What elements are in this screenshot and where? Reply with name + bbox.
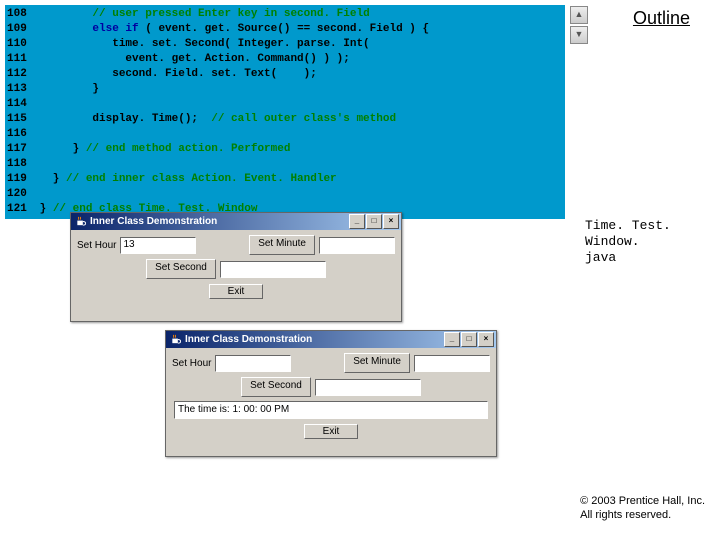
maximize-icon: □ (372, 216, 377, 225)
line-number: 119 (5, 172, 33, 187)
window-title: Inner Class Demonstration (90, 213, 217, 230)
exit-button[interactable]: Exit (209, 284, 264, 299)
line-number: 109 (5, 22, 33, 37)
code-listing: 108 // user pressed Enter key in second.… (5, 5, 565, 219)
scroll-up-button[interactable]: ▲ (570, 6, 588, 24)
close-icon: × (389, 216, 394, 225)
line-number: 117 (5, 142, 33, 157)
set-hour-label: Set Hour (77, 240, 116, 251)
line-number: 115 (5, 112, 33, 127)
window-title: Inner Class Demonstration (185, 331, 312, 348)
set-minute-button[interactable]: Set Minute (344, 353, 410, 373)
minimize-icon: _ (355, 216, 359, 225)
line-number: 112 (5, 67, 33, 82)
minimize-icon: _ (450, 334, 454, 343)
code-comment: // user pressed Enter key in second. Fie… (92, 8, 369, 20)
hour-field[interactable]: 13 (120, 237, 196, 254)
code-comment: // end method action. Performed (86, 143, 291, 155)
titlebar[interactable]: Inner Class Demonstration _ □ × (71, 213, 401, 230)
close-button[interactable]: × (478, 332, 494, 347)
line-number: 120 (5, 187, 33, 202)
line-number: 110 (5, 37, 33, 52)
hour-field[interactable] (215, 355, 291, 372)
close-button[interactable]: × (383, 214, 399, 229)
second-field[interactable] (220, 261, 326, 278)
java-icon (170, 334, 182, 345)
minute-field[interactable] (319, 237, 395, 254)
time-display: The time is: 1: 00: 00 PM (174, 401, 488, 419)
maximize-icon: □ (467, 334, 472, 343)
set-second-button[interactable]: Set Second (241, 377, 311, 397)
titlebar[interactable]: Inner Class Demonstration _ □ × (166, 331, 496, 348)
set-hour-label: Set Hour (172, 358, 211, 369)
set-second-button[interactable]: Set Second (146, 259, 216, 279)
line-number: 111 (5, 52, 33, 67)
maximize-button[interactable]: □ (461, 332, 477, 347)
second-field[interactable] (315, 379, 421, 396)
arrow-up-icon: ▲ (575, 9, 584, 19)
filename-label: Time. Test. Window. java (585, 218, 705, 266)
maximize-button[interactable]: □ (366, 214, 382, 229)
demo-window-1: Inner Class Demonstration _ □ × Set Hour… (70, 212, 402, 322)
line-number: 121 (5, 202, 33, 217)
line-number: 108 (5, 7, 33, 22)
copyright-text: © 2003 Prentice Hall, Inc. All rights re… (580, 494, 705, 522)
scroll-arrows: ▲ ▼ (570, 6, 586, 46)
minimize-button[interactable]: _ (349, 214, 365, 229)
outline-heading: Outline (633, 8, 690, 29)
code-keyword: else if (92, 23, 138, 35)
close-icon: × (484, 334, 489, 343)
line-number: 113 (5, 82, 33, 97)
arrow-down-icon: ▼ (575, 29, 584, 39)
line-number: 114 (5, 97, 33, 112)
demo-window-2: Inner Class Demonstration _ □ × Set Hour… (165, 330, 497, 457)
scroll-down-button[interactable]: ▼ (570, 26, 588, 44)
exit-button[interactable]: Exit (304, 424, 359, 439)
set-minute-button[interactable]: Set Minute (249, 235, 315, 255)
code-comment: // call outer class's method (211, 113, 396, 125)
line-number: 116 (5, 127, 33, 142)
line-number: 118 (5, 157, 33, 172)
java-icon (75, 216, 87, 227)
minute-field[interactable] (414, 355, 490, 372)
minimize-button[interactable]: _ (444, 332, 460, 347)
code-comment: // end inner class Action. Event. Handle… (66, 173, 337, 185)
